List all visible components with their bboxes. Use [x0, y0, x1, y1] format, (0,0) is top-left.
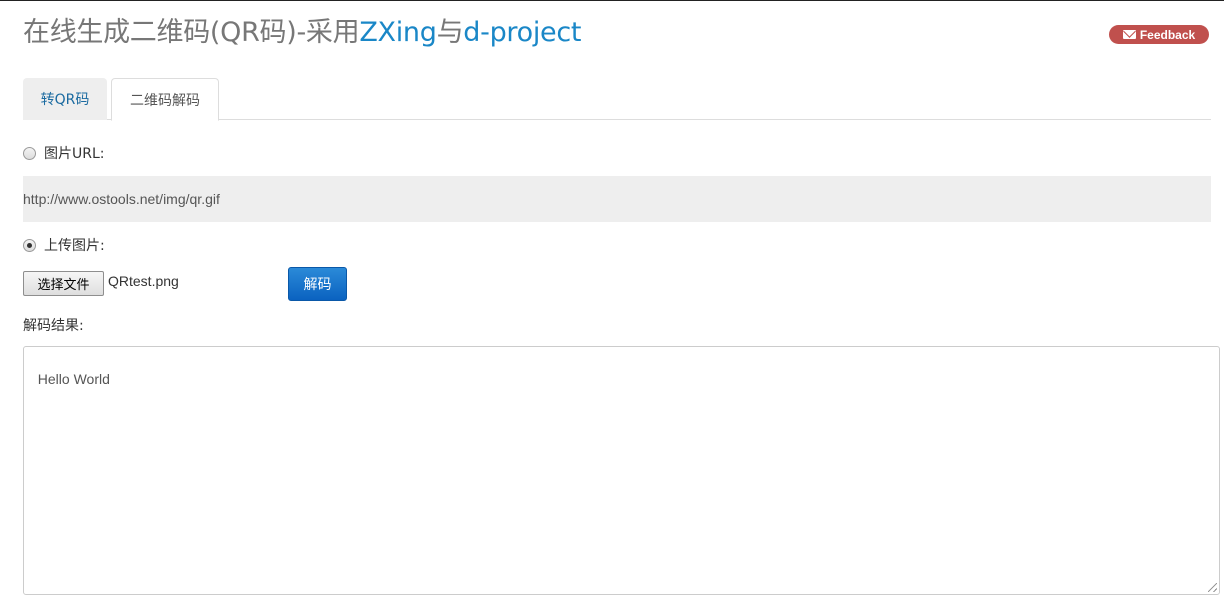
zxing-link[interactable]: ZXing — [359, 17, 437, 48]
resize-grip-icon[interactable] — [1208, 583, 1217, 592]
choose-file-button[interactable]: 选择文件 — [23, 271, 104, 296]
decode-button[interactable]: 解码 — [288, 267, 347, 301]
title-mid: 与 — [436, 17, 464, 48]
result-label: 解码结果: — [23, 318, 84, 334]
envelope-icon — [1122, 30, 1136, 39]
upload-option-label: 上传图片: — [44, 238, 105, 254]
tab-decode-qr[interactable]: 二维码解码 — [111, 78, 219, 121]
result-textarea[interactable]: Hello World — [23, 346, 1220, 595]
tab-bar: 转QR码 二维码解码 — [23, 78, 1211, 121]
url-option-label: 图片URL: — [44, 146, 105, 162]
page-title: 在线生成二维码(QR码)-采用ZXing与d-project — [23, 10, 581, 49]
upload-option[interactable]: 上传图片: — [23, 235, 105, 255]
title-prefix: 在线生成二维码(QR码)-采用 — [23, 17, 360, 48]
feedback-button[interactable]: Feedback — [1109, 25, 1209, 44]
url-option[interactable]: 图片URL: — [23, 143, 105, 163]
image-url-input[interactable]: http://www.ostools.net/img/qr.gif — [23, 176, 1211, 222]
upload-radio[interactable] — [23, 238, 36, 252]
d-project-link[interactable]: d-project — [463, 17, 581, 48]
result-text: Hello World — [37, 371, 110, 387]
tab-generate-qr[interactable]: 转QR码 — [23, 78, 107, 120]
url-radio[interactable] — [23, 146, 36, 160]
feedback-label: Feedback — [1139, 27, 1196, 42]
selected-file-name: QRtest.png — [108, 273, 179, 289]
